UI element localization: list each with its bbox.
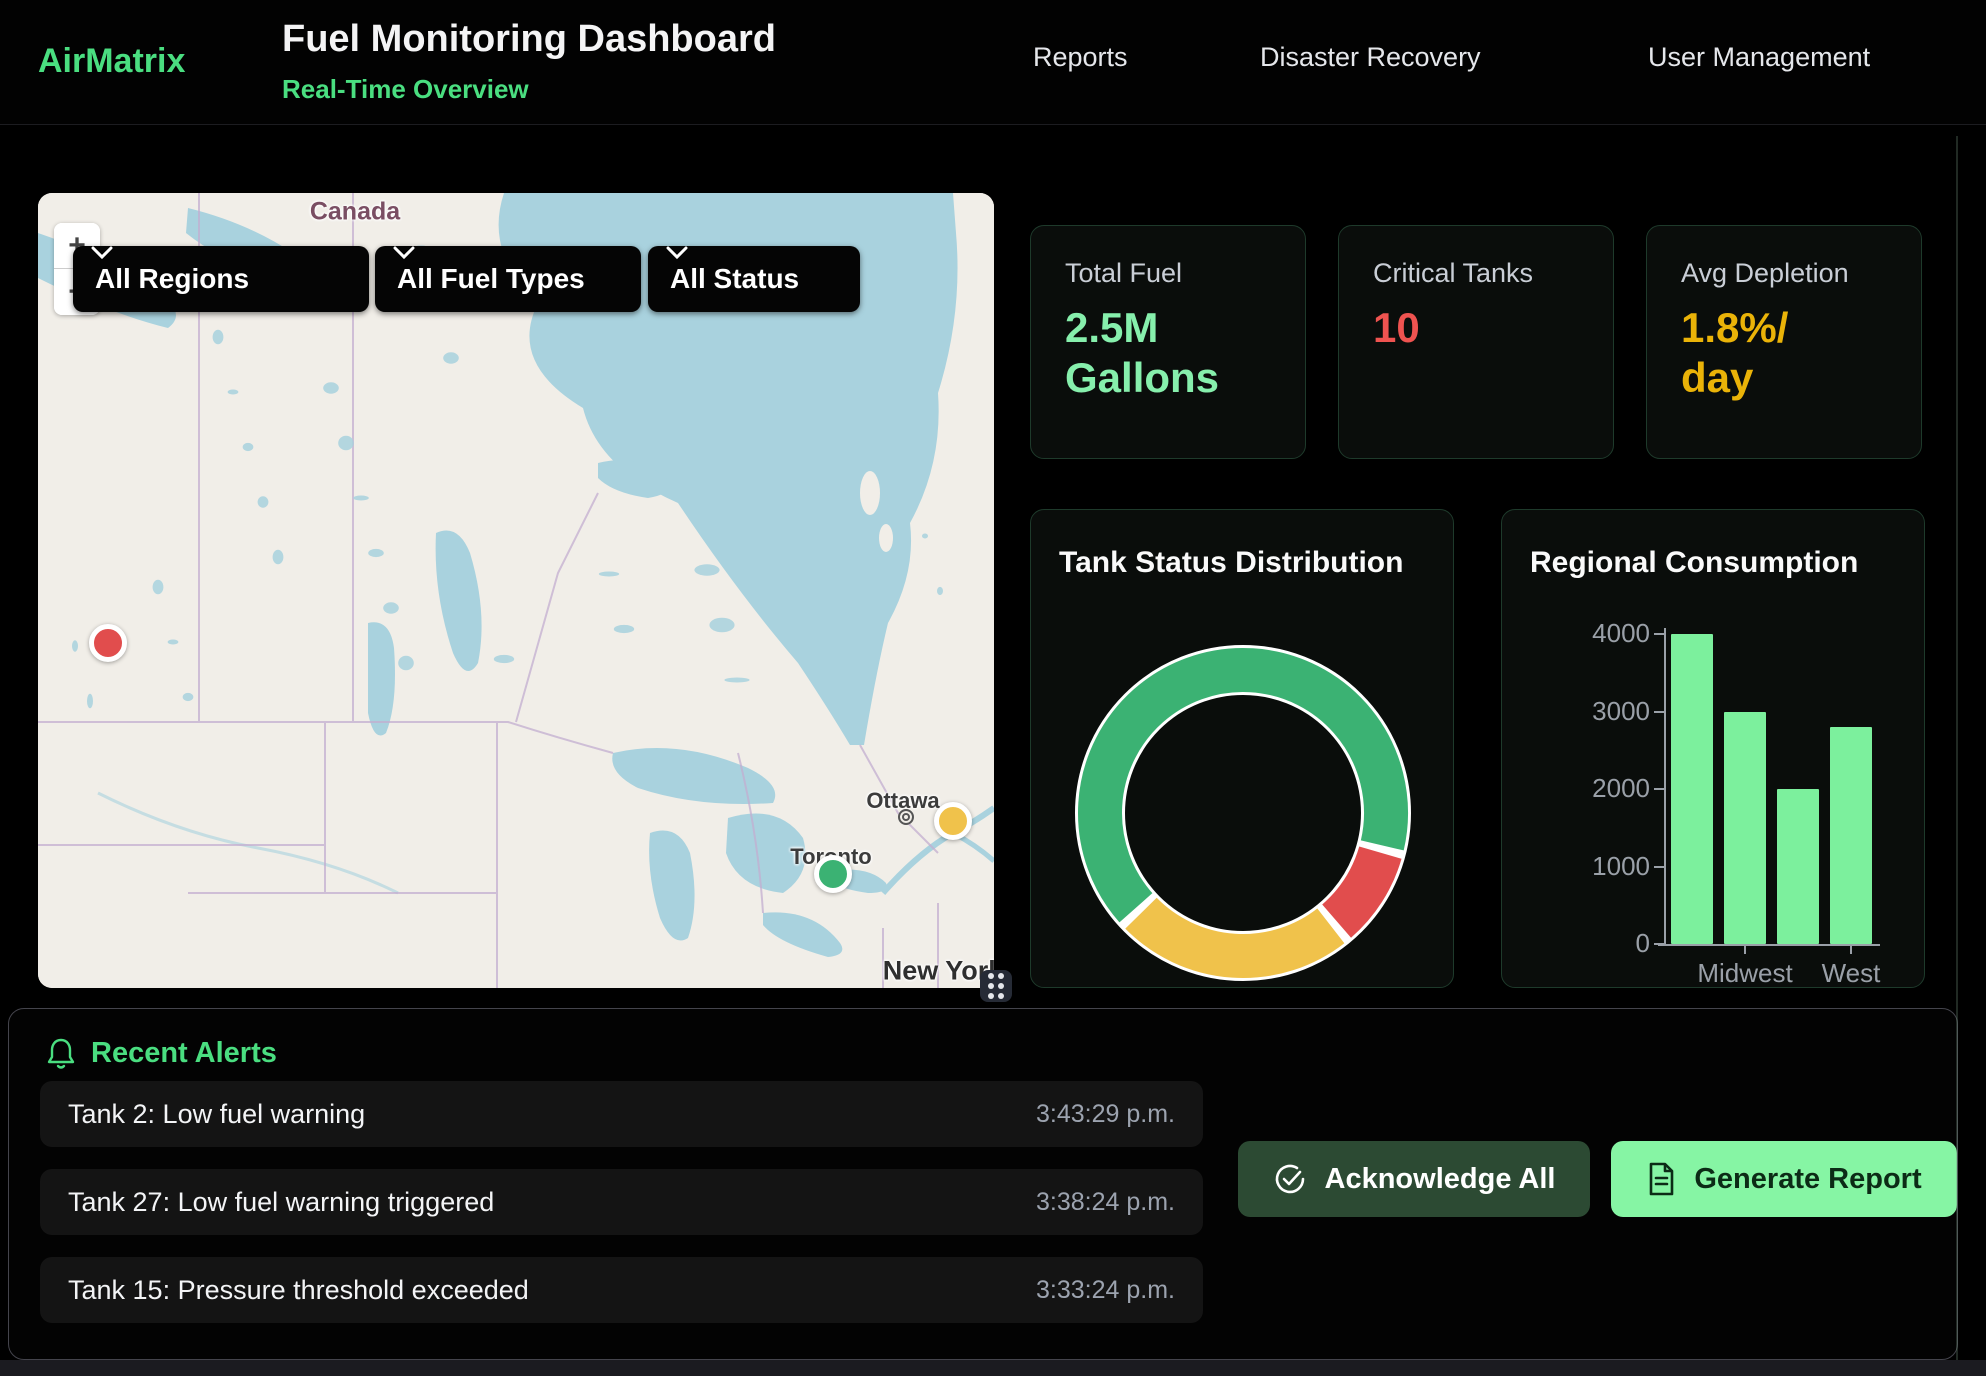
nav-disaster-recovery[interactable]: Disaster Recovery — [1260, 42, 1481, 73]
region-filter-dropdown[interactable]: All Regions — [73, 246, 369, 312]
bar-Midwest — [1724, 712, 1766, 945]
check-circle-icon — [1273, 1162, 1307, 1196]
chevron-down-icon — [91, 246, 113, 260]
tank-status-donut-chart — [1073, 643, 1413, 983]
map-place-label: Canada — [310, 198, 400, 227]
fuel-type-filter-dropdown[interactable]: All Fuel Types — [375, 246, 641, 312]
nav-user-management[interactable]: User Management — [1648, 42, 1870, 73]
kpi-total-fuel: Total Fuel 2.5MGallons — [1030, 225, 1306, 459]
kpi-label: Avg Depletion — [1681, 258, 1887, 289]
alert-text: Tank 27: Low fuel warning triggered — [68, 1187, 494, 1218]
page-subtitle: Real-Time Overview — [282, 74, 529, 105]
regional-consumption-bar-chart: 01000200030004000MidwestWest — [1502, 510, 1926, 989]
recent-alerts-panel: Recent Alerts Tank 2: Low fuel warning 3… — [8, 1008, 1958, 1360]
nav-reports[interactable]: Reports — [1033, 42, 1128, 73]
bar-region-1 — [1671, 634, 1713, 944]
kpi-label: Critical Tanks — [1373, 258, 1579, 289]
next-section-edge — [0, 1360, 1986, 1376]
chart-title: Tank Status Distribution — [1059, 546, 1403, 580]
bell-icon — [45, 1037, 77, 1071]
status-filter-dropdown[interactable]: All Status — [648, 246, 860, 312]
map-place-label: New York — [883, 956, 994, 987]
region-filter-value: All Regions — [95, 263, 249, 295]
fuel-map[interactable]: CanadaOttawaTorontoNew York + − All Regi… — [38, 193, 994, 988]
y-tick-label: 4000 — [1542, 618, 1650, 649]
x-tick-label: West — [1781, 958, 1921, 989]
fuel-type-filter-value: All Fuel Types — [397, 263, 585, 295]
tank-marker-critical[interactable] — [89, 624, 127, 662]
y-tick-label: 2000 — [1542, 773, 1650, 804]
bar-region-3 — [1777, 789, 1819, 944]
kpi-value: 1.8%/ — [1681, 304, 1788, 351]
generate-report-button[interactable]: Generate Report — [1611, 1141, 1957, 1217]
alert-text: Tank 15: Pressure threshold exceeded — [68, 1275, 529, 1306]
bar-West — [1830, 727, 1872, 944]
brand-logo: AirMatrix — [38, 42, 185, 81]
alert-row: Tank 2: Low fuel warning 3:43:29 p.m. — [40, 1081, 1203, 1147]
status-filter-value: All Status — [670, 263, 799, 295]
y-tick-label: 0 — [1542, 928, 1650, 959]
kpi-avg-depletion: Avg Depletion 1.8%/day — [1646, 225, 1922, 459]
dashboard-page: AirMatrix Fuel Monitoring Dashboard Real… — [0, 0, 1986, 1376]
town-dot-icon — [898, 809, 914, 825]
chevron-down-icon — [393, 246, 415, 260]
page-scrollbar[interactable] — [1956, 136, 1958, 1360]
y-tick-label: 1000 — [1542, 851, 1650, 882]
alert-time: 3:33:24 p.m. — [1036, 1276, 1175, 1305]
regional-consumption-card: Regional Consumption 01000200030004000Mi… — [1501, 509, 1925, 988]
kpi-label: Total Fuel — [1065, 258, 1271, 289]
kpi-value: 10 — [1373, 304, 1420, 351]
acknowledge-all-button[interactable]: Acknowledge All — [1238, 1141, 1590, 1217]
kpi-critical-tanks: Critical Tanks 10 — [1338, 225, 1614, 459]
alerts-title: Recent Alerts — [91, 1037, 277, 1070]
app-header: AirMatrix Fuel Monitoring Dashboard Real… — [0, 0, 1986, 125]
alert-row: Tank 15: Pressure threshold exceeded 3:3… — [40, 1257, 1203, 1323]
page-title: Fuel Monitoring Dashboard — [282, 18, 776, 61]
tank-status-card: Tank Status Distribution — [1030, 509, 1454, 988]
y-tick-label: 3000 — [1542, 696, 1650, 727]
kpi-value: 2.5M — [1065, 304, 1158, 351]
chevron-down-icon — [666, 246, 688, 260]
tank-marker-normal[interactable] — [814, 855, 852, 893]
alert-row: Tank 27: Low fuel warning triggered 3:38… — [40, 1169, 1203, 1235]
alert-text: Tank 2: Low fuel warning — [68, 1099, 365, 1130]
alert-time: 3:43:29 p.m. — [1036, 1100, 1175, 1129]
report-file-icon — [1646, 1162, 1676, 1196]
tank-marker-warning[interactable] — [934, 802, 972, 840]
alert-time: 3:38:24 p.m. — [1036, 1188, 1175, 1217]
map-resize-grip-icon[interactable] — [980, 970, 1012, 1002]
